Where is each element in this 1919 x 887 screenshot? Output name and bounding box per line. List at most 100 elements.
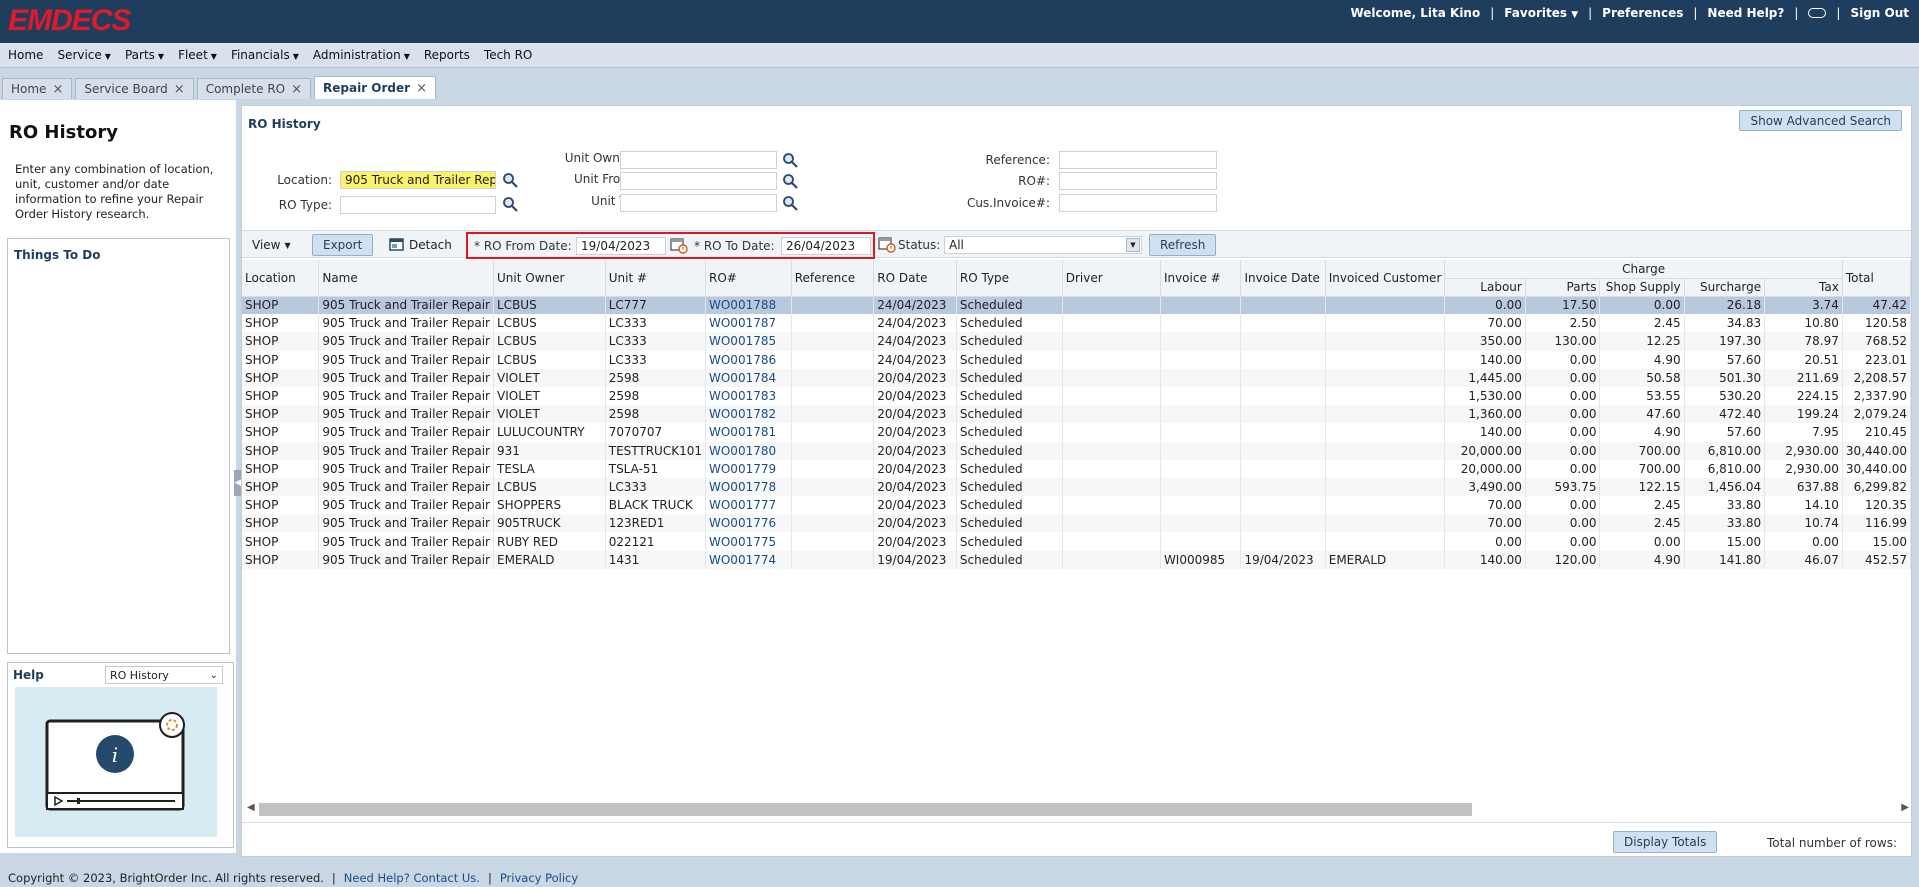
ro-number-link[interactable]: WO001784 (705, 368, 792, 387)
table-row[interactable]: SHOP 905 Truck and Trailer Repair VIOLET 25… (242, 405, 1911, 424)
scroll-left-icon[interactable]: ◀ (247, 802, 255, 813)
column-header[interactable]: RO# (705, 260, 792, 297)
menu-item-tech-ro[interactable]: Tech RO (484, 48, 532, 62)
help-topic-select[interactable]: RO History ⌄ (105, 666, 223, 684)
column-header[interactable]: Labour (1444, 278, 1526, 297)
favorites-menu[interactable]: Favorites ▼ (1504, 6, 1578, 20)
menu-item-service[interactable]: Service ▼ (57, 48, 111, 62)
table-row[interactable]: SHOP 905 Truck and Trailer Repair LCBUS LC3… (242, 477, 1911, 497)
ro-number-link[interactable]: WO001786 (705, 350, 792, 369)
tab-complete-ro[interactable]: Complete RO × (196, 78, 312, 99)
ro-number-link[interactable]: WO001785 (705, 332, 792, 351)
search-icon[interactable] (782, 195, 798, 211)
search-icon[interactable] (782, 152, 798, 168)
reference-input[interactable] (1059, 151, 1217, 169)
view-menu[interactable]: View ▼ (252, 234, 291, 256)
column-header[interactable]: RO Date (873, 260, 957, 297)
column-header[interactable]: Surcharge (1684, 278, 1766, 297)
unit-from-input[interactable] (620, 172, 777, 190)
menu-item-financials[interactable]: Financials ▼ (231, 48, 299, 62)
close-icon[interactable]: × (416, 81, 427, 96)
close-icon[interactable]: × (291, 82, 302, 97)
chat-icon[interactable] (1808, 8, 1827, 18)
calendar-icon[interactable] (670, 237, 688, 254)
ro-number-link[interactable]: WO001775 (705, 532, 792, 551)
contact-us-link[interactable]: Need Help? Contact Us. (344, 871, 480, 885)
table-row[interactable]: SHOP 905 Truck and Trailer Repair 905TRUCK… (242, 514, 1911, 533)
ro-number-link[interactable]: WO001782 (705, 405, 792, 424)
table-row[interactable]: SHOP 905 Truck and Trailer Repair TESLA TSL… (242, 459, 1911, 478)
customer-invoice-input[interactable] (1059, 194, 1217, 212)
menu-item-administration[interactable]: Administration ▼ (313, 48, 410, 62)
help-video-thumbnail[interactable]: i (15, 687, 217, 837)
table-row[interactable]: SHOP 905 Truck and Trailer Repair SHOPPERS… (242, 496, 1911, 515)
column-header[interactable]: Invoice Date (1240, 260, 1326, 297)
column-header[interactable]: Shop Supply (1599, 278, 1685, 297)
table-row[interactable]: SHOP 905 Truck and Trailer Repair LCBUS LC3… (242, 332, 1911, 351)
preferences-link[interactable]: Preferences (1602, 6, 1683, 20)
table-row[interactable]: SHOP 905 Truck and Trailer Repair EMERALD 1… (242, 550, 1911, 569)
scrollbar-thumb[interactable] (259, 803, 1472, 816)
ro-number-link[interactable]: WO001779 (705, 459, 792, 478)
search-icon[interactable] (782, 173, 798, 189)
table-row[interactable]: SHOP 905 Truck and Trailer Repair RUBY RED… (242, 532, 1911, 551)
table-row[interactable]: SHOP 905 Truck and Trailer Repair LULUCOUN… (242, 423, 1911, 442)
menu-item-reports[interactable]: Reports (424, 48, 470, 62)
close-icon[interactable]: × (174, 82, 185, 97)
column-header[interactable]: Unit Owner (493, 260, 606, 297)
tab-home[interactable]: Home × (2, 78, 73, 99)
ro-number-link[interactable]: WO001787 (705, 314, 792, 333)
menu-item-parts[interactable]: Parts ▼ (125, 48, 164, 62)
ro-number-input[interactable] (1059, 172, 1217, 190)
ro-type-input[interactable] (340, 196, 496, 214)
unit-owner-input[interactable] (620, 151, 777, 169)
horizontal-scrollbar[interactable]: ◀ ▶ (247, 802, 1909, 816)
menu-item-home[interactable]: Home (8, 48, 43, 62)
unit-to-input[interactable] (620, 194, 777, 212)
ro-number-link[interactable]: WO001783 (705, 386, 792, 406)
column-header[interactable]: Tax (1764, 278, 1843, 297)
calendar-icon[interactable] (878, 236, 896, 253)
display-totals-button[interactable]: Display Totals (1613, 831, 1718, 853)
column-header[interactable]: Unit # (605, 260, 707, 297)
ro-number-link[interactable]: WO001781 (705, 423, 792, 442)
tab-service-board[interactable]: Service Board × (75, 78, 194, 99)
table-row[interactable]: SHOP 905 Truck and Trailer Repair LCBUS LC7… (242, 296, 1911, 315)
tab-repair-order[interactable]: Repair Order × (314, 76, 436, 99)
ro-number-link[interactable]: WO001777 (705, 496, 792, 515)
column-header[interactable]: Invoiced Customer (1325, 260, 1446, 297)
table-row[interactable]: SHOP 905 Truck and Trailer Repair LCBUS LC3… (242, 350, 1911, 369)
column-header[interactable]: Driver (1062, 260, 1161, 297)
refresh-button[interactable]: Refresh (1149, 234, 1217, 256)
sign-out-link[interactable]: Sign Out (1850, 6, 1909, 20)
column-header[interactable]: Location (242, 260, 320, 297)
ro-number-link[interactable]: WO001778 (705, 477, 792, 497)
export-button[interactable]: Export (312, 234, 374, 256)
table-row[interactable]: SHOP 905 Truck and Trailer Repair VIOLET 25… (242, 368, 1911, 387)
ro-number-link[interactable]: WO001774 (705, 550, 792, 569)
ro-from-date-input[interactable]: 19/04/2023 (576, 237, 666, 255)
status-select[interactable]: All ▼ (944, 236, 1142, 254)
detach-button[interactable]: Detach (389, 234, 452, 256)
ro-to-date-input[interactable]: 26/04/2023 (781, 237, 871, 255)
column-header[interactable]: RO Type (956, 260, 1063, 297)
table-row[interactable]: SHOP 905 Truck and Trailer Repair 931 TESTT… (242, 441, 1911, 460)
close-icon[interactable]: × (52, 82, 63, 97)
table-row[interactable]: SHOP 905 Truck and Trailer Repair LCBUS LC3… (242, 314, 1911, 333)
column-header[interactable]: Reference (791, 260, 875, 297)
need-help-link[interactable]: Need Help? (1707, 6, 1784, 20)
show-advanced-search-button[interactable]: Show Advanced Search (1739, 110, 1902, 131)
column-header[interactable]: Parts (1525, 278, 1601, 297)
column-header[interactable]: Name (318, 260, 494, 297)
privacy-policy-link[interactable]: Privacy Policy (500, 871, 578, 885)
ro-number-link[interactable]: WO001780 (705, 441, 792, 460)
scroll-right-icon[interactable]: ▶ (1901, 802, 1909, 813)
menu-item-fleet[interactable]: Fleet ▼ (178, 48, 217, 62)
table-row[interactable]: SHOP 905 Truck and Trailer Repair VIOLET 25… (242, 386, 1911, 406)
column-header[interactable]: Invoice # (1160, 260, 1242, 297)
ro-number-link[interactable]: WO001776 (705, 514, 792, 533)
ro-number-link[interactable]: WO001788 (705, 296, 792, 315)
location-input[interactable]: 905 Truck and Trailer Repair (340, 171, 496, 189)
app-logo[interactable]: EMDECS (8, 4, 131, 38)
column-header[interactable]: Total (1842, 260, 1911, 297)
